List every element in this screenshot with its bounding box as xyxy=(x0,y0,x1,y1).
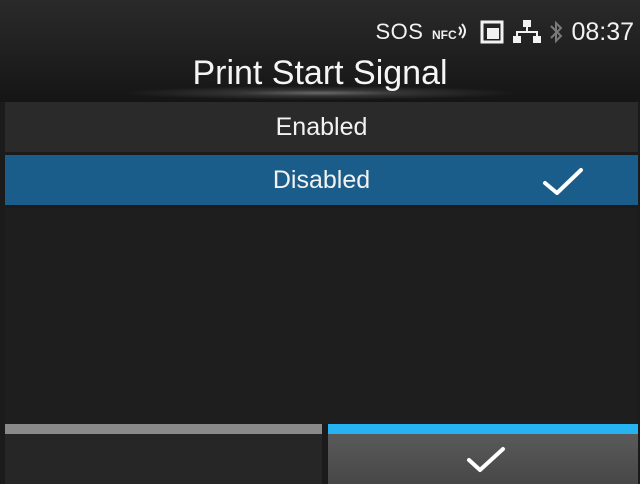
clock: 08:37 xyxy=(571,17,634,46)
network-icon xyxy=(513,19,542,45)
back-button[interactable] xyxy=(5,424,322,484)
option-enabled[interactable]: Enabled xyxy=(5,102,638,152)
bottom-bar xyxy=(0,424,640,484)
header: SOS NFC 08:37 Print Start Signal xyxy=(0,0,640,102)
option-disabled[interactable]: Disabled xyxy=(5,155,638,205)
list-empty-area xyxy=(5,208,638,424)
option-list: Enabled Disabled xyxy=(5,102,638,208)
header-highlight xyxy=(120,86,520,100)
sos-indicator: SOS xyxy=(375,19,424,44)
confirm-button[interactable] xyxy=(328,424,638,484)
nfc-icon: NFC xyxy=(431,19,471,45)
nfc-label: NFC xyxy=(432,28,457,42)
bluetooth-icon xyxy=(549,19,563,45)
status-bar: SOS NFC 08:37 xyxy=(375,17,634,47)
check-icon xyxy=(543,168,583,195)
printer-display: SOS NFC 08:37 Print Start Signal Enabled… xyxy=(0,0,640,484)
option-label: Disabled xyxy=(272,165,371,194)
option-label: Enabled xyxy=(275,112,368,141)
check-icon xyxy=(467,447,505,472)
sd-card-icon xyxy=(479,19,505,45)
